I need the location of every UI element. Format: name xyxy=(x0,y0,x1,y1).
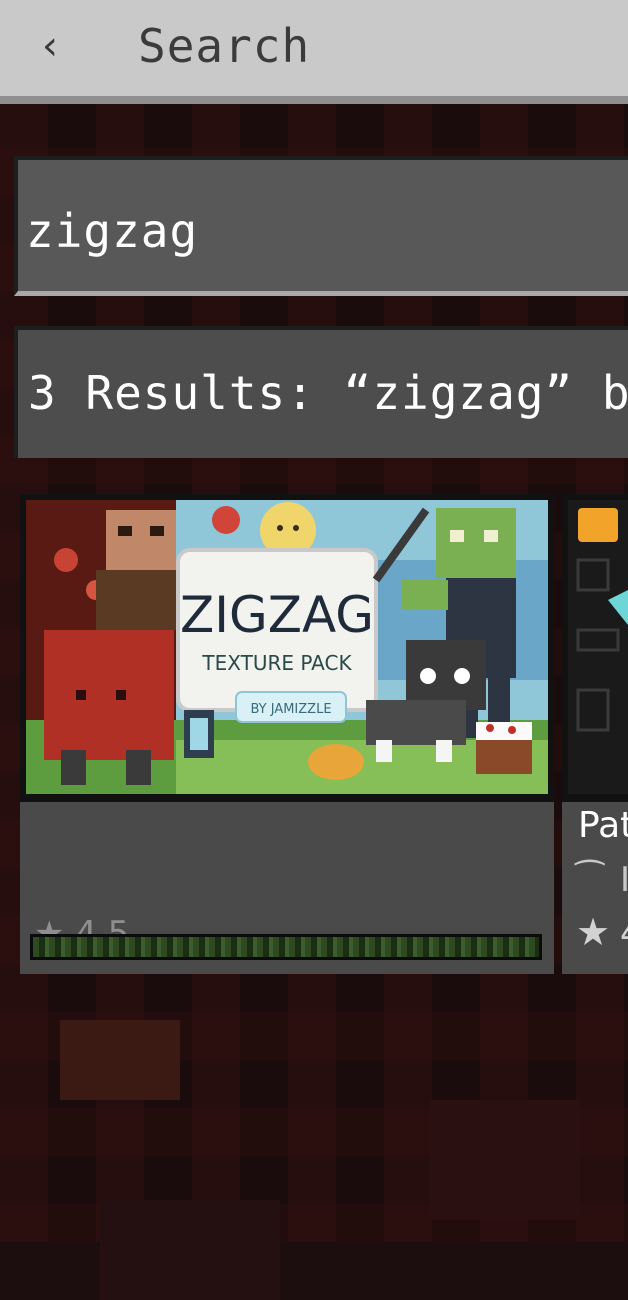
loading-bar xyxy=(30,934,542,960)
card-divider xyxy=(562,794,628,802)
content-card-partial[interactable]: Pat ⁀ I ★ 4 xyxy=(562,494,628,974)
card-rating-value: 4 xyxy=(620,914,628,954)
search-input-value: zigzag xyxy=(26,204,199,258)
back-button[interactable]: ‹ xyxy=(30,22,70,70)
artwork-title: ZIGZAG xyxy=(180,586,374,644)
card-creator: I xyxy=(620,860,628,900)
artwork-subtitle: TEXTURE PACK xyxy=(201,651,352,675)
search-input[interactable]: zigzag xyxy=(14,156,628,296)
card-thumbnail: ZIGZAG TEXTURE PACK BY JAMIZZLE xyxy=(20,494,554,800)
hanger-icon: ⁀ xyxy=(576,860,604,900)
card-divider xyxy=(20,794,554,802)
results-summary-text: 3 Results: “zigzag” by R xyxy=(28,366,628,420)
content-card-zigzag[interactable]: ZIGZAG TEXTURE PACK BY JAMIZZLE xyxy=(20,494,554,974)
top-bar: ‹ Search xyxy=(0,0,628,104)
marketplace-logo-icon xyxy=(578,508,618,542)
results-summary-bar: 3 Results: “zigzag” by R xyxy=(14,326,628,458)
page-title: Search xyxy=(138,19,311,73)
zigzag-pack-artwork: ZIGZAG TEXTURE PACK BY JAMIZZLE xyxy=(26,500,548,794)
card-thumbnail xyxy=(562,494,628,800)
artwork-byline: BY JAMIZZLE xyxy=(250,702,331,717)
card-title: Pat xyxy=(578,805,628,846)
chevron-left-icon: ‹ xyxy=(42,23,58,69)
star-icon: ★ xyxy=(576,910,611,954)
partial-artwork xyxy=(568,500,628,794)
